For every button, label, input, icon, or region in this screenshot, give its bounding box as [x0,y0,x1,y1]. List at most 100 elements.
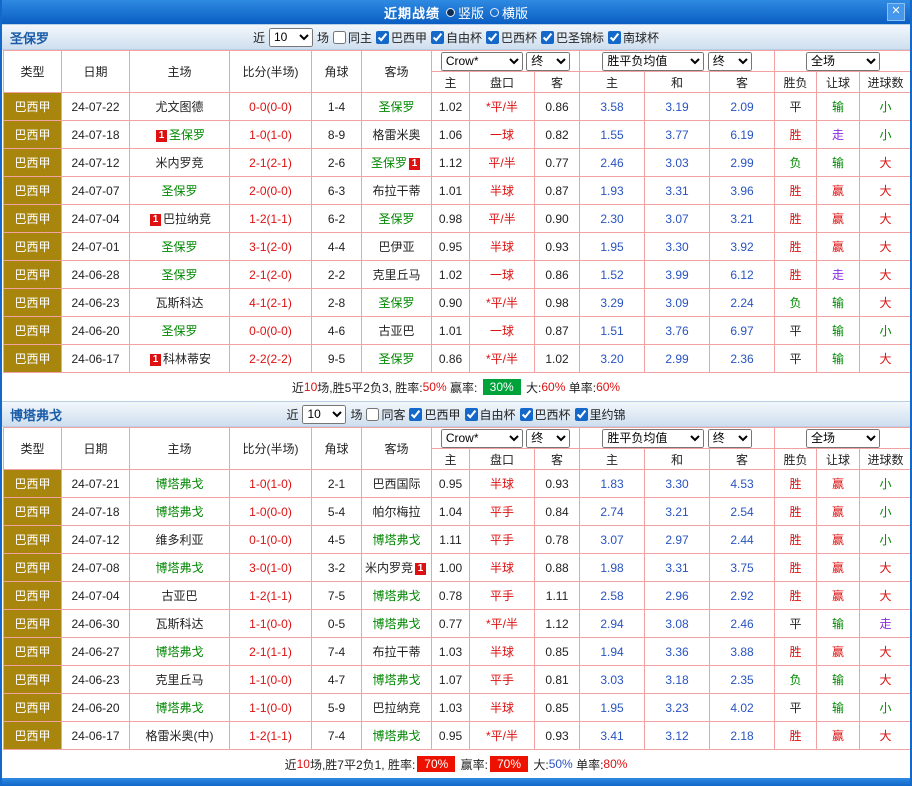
league-filter[interactable]: 巴西甲 [376,29,427,46]
league-checkbox[interactable] [575,408,588,421]
home-team-cell: 博塔弗戈 [130,498,230,526]
avg-away-cell: 2.18 [710,722,775,750]
odds-final-select[interactable]: 终 [526,52,570,71]
league-filter[interactable]: 里约锦 [575,406,626,423]
scope-select[interactable]: 全场 [806,52,880,71]
vertical-layout-radio[interactable] [446,8,455,17]
avg-type-select[interactable]: 胜平负均值 [602,429,704,448]
same-venue-filter[interactable]: 同客 [366,406,405,423]
avg-home-cell: 3.29 [580,289,645,317]
league-checkbox[interactable] [376,31,389,44]
col-header-result: 胜负 [775,72,817,93]
avg-draw-cell: 3.08 [645,610,710,638]
same-venue-checkbox[interactable] [333,31,346,44]
let-ball-result-cell: 输 [817,345,860,373]
goals-result-cell: 大 [860,149,912,177]
corner-cell: 8-9 [312,121,362,149]
away-team-cell: 圣保罗 [362,345,432,373]
league-filter[interactable]: 巴圣锦标 [541,29,604,46]
result-cell: 胜 [775,121,817,149]
col-header-home: 主场 [130,428,230,470]
league-type-cell: 巴西甲 [4,470,62,498]
home-team-cell: 圣保罗 [130,177,230,205]
league-filter[interactable]: 巴西杯 [486,29,537,46]
match-count-select[interactable]: 10 [269,28,313,47]
same-venue-checkbox[interactable] [366,408,379,421]
col-header-avg-draw: 和 [645,449,710,470]
score-cell: 0-0(0-0) [230,317,312,345]
avg-home-cell: 1.83 [580,470,645,498]
result-cell: 胜 [775,554,817,582]
league-filter[interactable]: 自由杯 [465,406,516,423]
league-checkbox[interactable] [465,408,478,421]
summary-segment: 场,胜7平2负1, 胜率: [310,756,415,773]
away-team-name: 圣保罗 [371,156,407,170]
odds-home-cell: 1.07 [432,666,470,694]
match-row: 巴西甲24-07-01圣保罗3-1(2-0)4-4巴伊亚0.95半球0.931.… [4,233,912,261]
goals-result-cell: 小 [860,470,912,498]
col-header-handicap: 盘口 [470,72,535,93]
home-team-name: 瓦斯科达 [155,296,203,310]
col-header-avg-draw: 和 [645,72,710,93]
match-count-select[interactable]: 10 [302,405,346,424]
avg-away-cell: 2.36 [710,345,775,373]
odds-final-select[interactable]: 终 [526,429,570,448]
odds-home-cell: 0.95 [432,233,470,261]
league-type-cell: 巴西甲 [4,638,62,666]
odds-company-select[interactable]: Crow* [441,52,523,71]
home-team-cell: 古亚巴 [130,582,230,610]
close-button[interactable]: ✕ [887,3,905,21]
vertical-layout-label[interactable]: 竖版 [458,3,484,22]
league-label: 巴西杯 [501,29,537,46]
summary-segment: 50% [423,380,447,394]
league-filter[interactable]: 巴西甲 [409,406,460,423]
avg-final-select[interactable]: 终 [708,52,752,71]
handicap-cell: 平手 [470,526,535,554]
odds-away-cell: 0.86 [535,261,580,289]
match-date-cell: 24-06-20 [62,694,130,722]
score-cell: 3-0(1-0) [230,554,312,582]
avg-type-select[interactable]: 胜平负均值 [602,52,704,71]
corner-cell: 7-4 [312,638,362,666]
horizontal-layout-label[interactable]: 横版 [502,3,528,22]
handicap-cell: 半球 [470,694,535,722]
away-team-cell: 米内罗竞1 [362,554,432,582]
league-type-cell: 巴西甲 [4,261,62,289]
goals-result-cell: 走 [860,610,912,638]
handicap-cell: 半球 [470,233,535,261]
corner-cell: 9-5 [312,345,362,373]
scope-select[interactable]: 全场 [806,429,880,448]
avg-home-cell: 1.55 [580,121,645,149]
avg-home-cell: 1.94 [580,638,645,666]
let-ball-result-cell: 输 [817,610,860,638]
handicap-cell: *平/半 [470,610,535,638]
league-filter[interactable]: 南球杯 [608,29,659,46]
league-checkbox[interactable] [541,31,554,44]
league-checkbox[interactable] [431,31,444,44]
league-checkbox[interactable] [520,408,533,421]
away-team-cell: 圣保罗 [362,93,432,121]
match-row: 巴西甲24-07-08博塔弗戈3-0(1-0)3-2米内罗竞11.00半球0.8… [4,554,912,582]
let-ball-result-cell: 输 [817,317,860,345]
avg-away-cell: 6.19 [710,121,775,149]
team-section-sao-paulo: 圣保罗 近 10 场 同主 巴西甲自由杯巴西杯巴圣锦标南球杯 [2,24,910,401]
avg-final-select[interactable]: 终 [708,429,752,448]
match-row: 巴西甲24-06-23克里丘马1-1(0-0)4-7博塔弗戈1.07平手0.81… [4,666,912,694]
col-header-handicap: 盘口 [470,449,535,470]
corner-cell: 4-7 [312,666,362,694]
let-ball-result-cell: 输 [817,289,860,317]
league-filter[interactable]: 巴西杯 [520,406,571,423]
avg-draw-cell: 3.30 [645,470,710,498]
league-checkbox[interactable] [409,408,422,421]
avg-away-cell: 2.44 [710,526,775,554]
result-cell: 平 [775,317,817,345]
league-checkbox[interactable] [608,31,621,44]
match-date-cell: 24-06-20 [62,317,130,345]
same-venue-filter[interactable]: 同主 [333,29,372,46]
league-filter[interactable]: 自由杯 [431,29,482,46]
match-row: 巴西甲24-06-20博塔弗戈1-1(0-0)5-9巴拉纳竞1.03半球0.85… [4,694,912,722]
odds-company-select[interactable]: Crow* [441,429,523,448]
league-checkbox[interactable] [486,31,499,44]
home-team-name: 圣保罗 [161,268,197,282]
horizontal-layout-radio[interactable] [490,8,499,17]
